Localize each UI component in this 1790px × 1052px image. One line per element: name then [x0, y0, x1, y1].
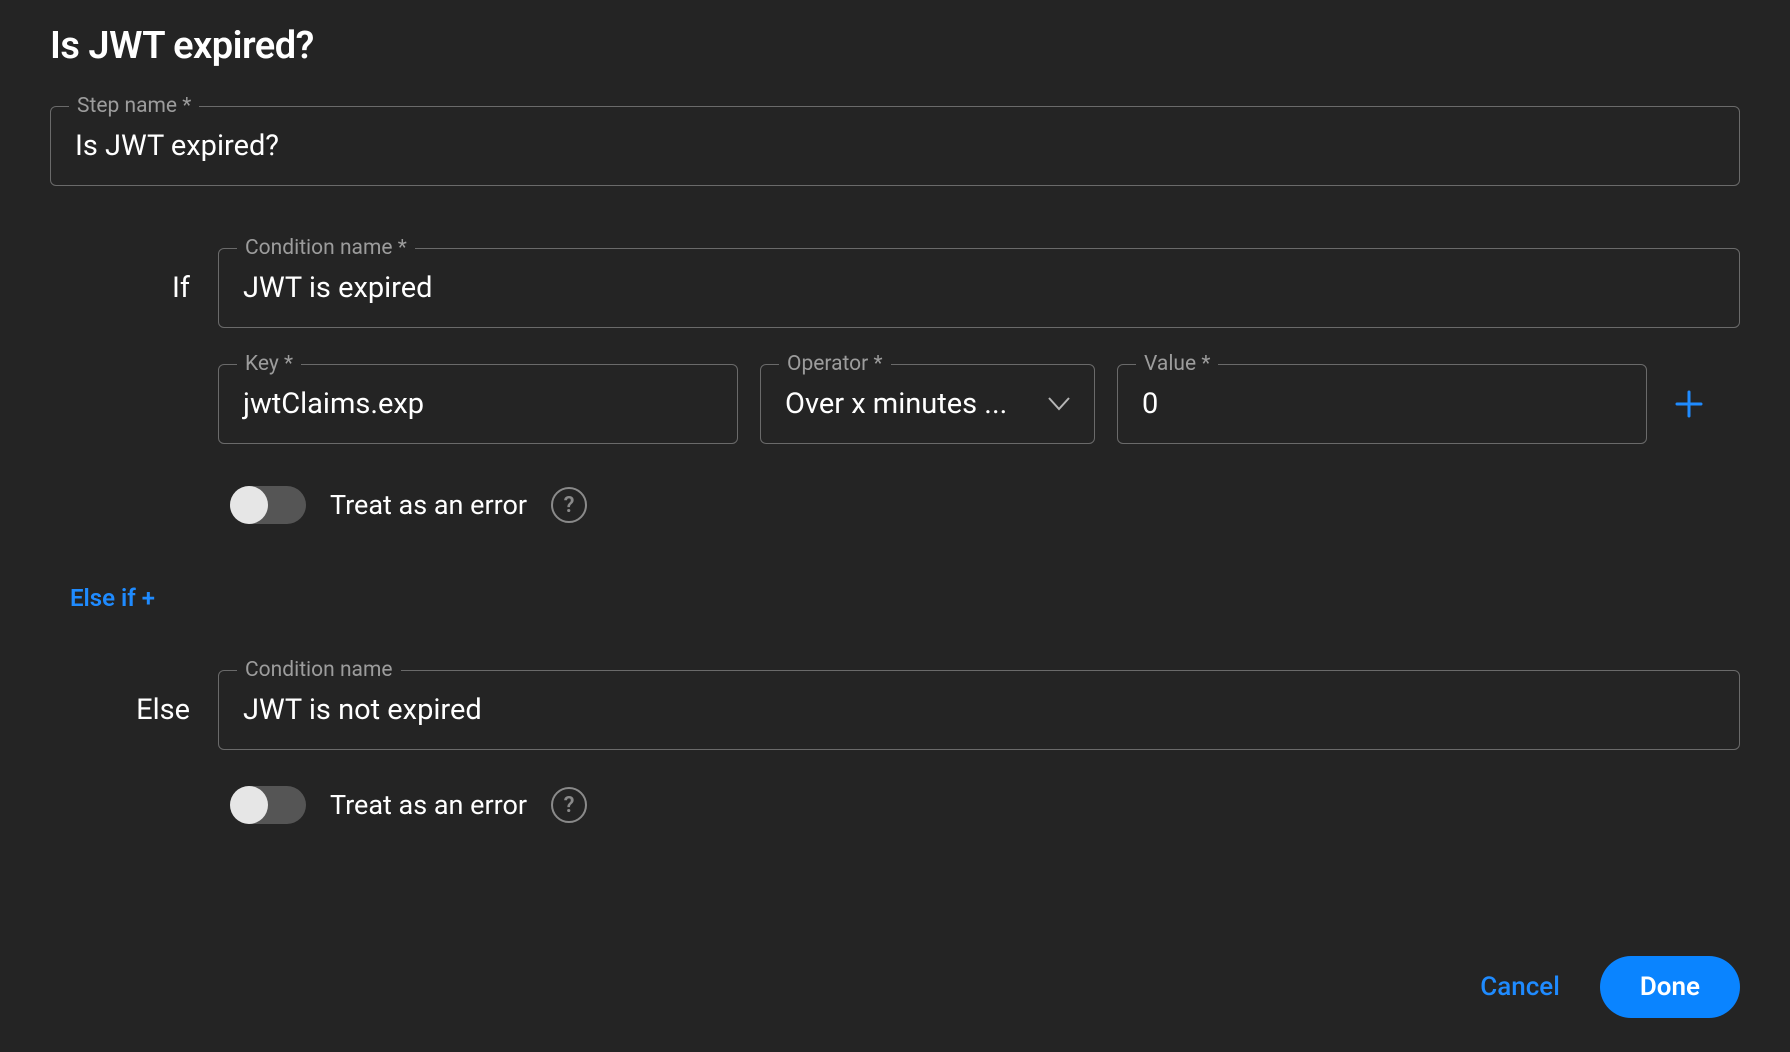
if-operator-value: Over x minutes ...: [785, 387, 1040, 421]
add-condition-button[interactable]: [1669, 389, 1709, 419]
if-operator-field[interactable]: Operator * Over x minutes ...: [760, 364, 1095, 444]
help-icon[interactable]: ?: [551, 487, 587, 523]
if-key-value: jwtClaims.exp: [243, 387, 713, 421]
if-key-field[interactable]: Key * jwtClaims.exp: [218, 364, 738, 444]
if-value-label: Value *: [1136, 352, 1218, 376]
if-condition-name-value: JWT is expired: [243, 271, 1715, 305]
toggle-knob: [230, 786, 268, 824]
if-key-label: Key *: [237, 352, 301, 376]
page-title: Is JWT expired?: [50, 24, 1740, 68]
else-condition-name-label: Condition name: [237, 658, 401, 682]
else-treat-as-error-toggle[interactable]: [230, 786, 306, 824]
plus-icon: [1674, 389, 1704, 419]
if-treat-as-error-toggle[interactable]: [230, 486, 306, 524]
if-treat-as-error-label: Treat as an error: [330, 489, 527, 521]
help-icon[interactable]: ?: [551, 787, 587, 823]
else-condition-name-field[interactable]: Condition name JWT is not expired: [218, 670, 1740, 750]
if-condition-name-label: Condition name *: [237, 236, 415, 260]
if-value-value: 0: [1142, 387, 1622, 421]
else-treat-as-error-label: Treat as an error: [330, 789, 527, 821]
if-label: If: [50, 271, 200, 305]
step-name-field[interactable]: Step name * Is JWT expired?: [50, 106, 1740, 186]
else-label: Else: [50, 693, 200, 727]
toggle-knob: [230, 486, 268, 524]
step-name-value: Is JWT expired?: [75, 129, 1715, 163]
else-if-button[interactable]: Else if +: [70, 584, 155, 612]
cancel-button[interactable]: Cancel: [1480, 972, 1560, 1002]
if-value-field[interactable]: Value * 0: [1117, 364, 1647, 444]
chevron-down-icon: [1048, 392, 1070, 416]
if-condition-name-field[interactable]: Condition name * JWT is expired: [218, 248, 1740, 328]
else-condition-name-value: JWT is not expired: [243, 693, 1715, 727]
if-operator-label: Operator *: [779, 352, 891, 376]
done-button[interactable]: Done: [1600, 956, 1740, 1018]
step-name-label: Step name *: [69, 94, 199, 118]
